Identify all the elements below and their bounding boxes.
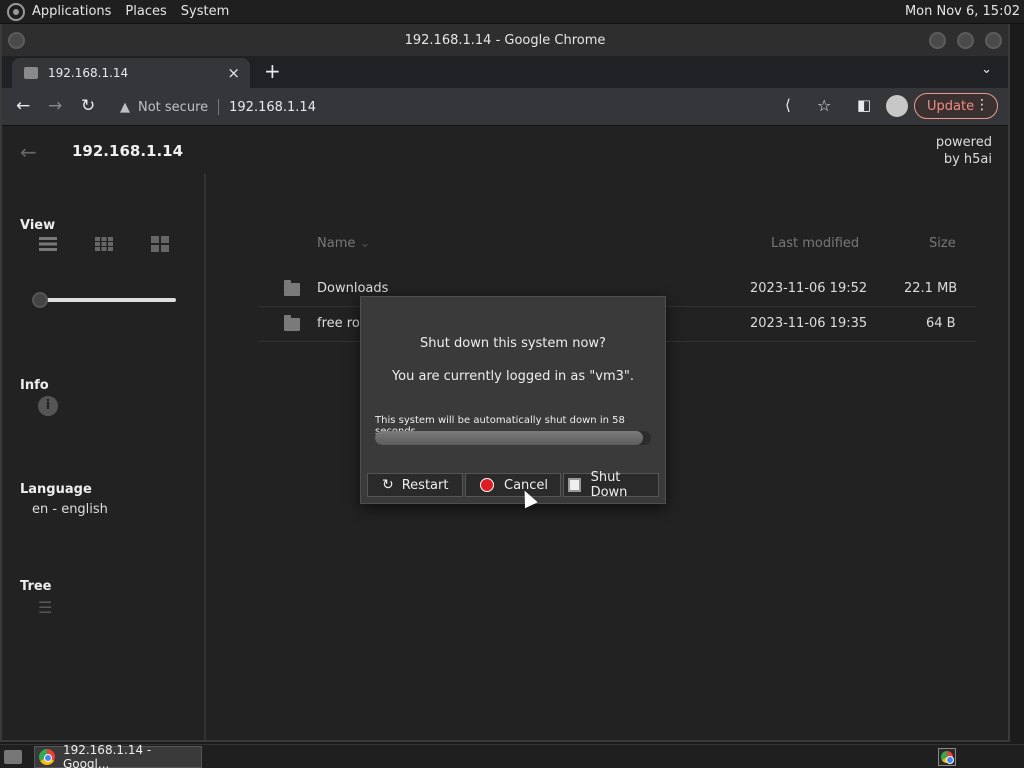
window-menu-button[interactable] <box>8 32 25 49</box>
maximize-button[interactable] <box>957 32 974 49</box>
info-icon[interactable]: i <box>38 396 58 416</box>
tab-active[interactable]: 192.168.1.14 × <box>12 58 250 88</box>
omnibox-divider <box>218 99 220 115</box>
info-heading: Info <box>20 378 49 393</box>
dialog-logged-in-text: You are currently logged in as "vm3". <box>391 369 635 384</box>
window-titlebar[interactable]: 192.168.1.14 - Google Chrome <box>2 24 1008 56</box>
countdown-progress-fill <box>375 431 643 445</box>
folder-icon <box>284 315 300 331</box>
kebab-menu-icon[interactable]: ⋮ <box>975 97 989 113</box>
taskbar-window-button[interactable]: 192.168.1.14 - Googl... <box>34 743 202 768</box>
forward-arrow-icon[interactable]: → <box>48 96 62 116</box>
breadcrumb[interactable]: 192.168.1.14 <box>72 142 183 160</box>
grid-view-icon[interactable] <box>95 236 113 252</box>
top-panel: Applications Places System Mon Nov 6, 15… <box>0 0 1024 24</box>
shut-down-button[interactable]: Shut Down <box>563 470 659 500</box>
shut-down-label: Shut Down <box>590 470 628 500</box>
bottom-taskbar: 192.168.1.14 - Googl... <box>0 743 1024 768</box>
sort-chevron-icon: ⌄ <box>359 236 371 251</box>
folder-icon <box>284 280 300 296</box>
tab-title: 192.168.1.14 <box>48 66 129 80</box>
minimize-button[interactable] <box>929 32 946 49</box>
menu-places[interactable]: Places <box>125 4 166 19</box>
security-status[interactable]: Not secure <box>138 100 208 115</box>
bookmark-star-icon[interactable]: ☆ <box>817 96 831 115</box>
file-name[interactable]: Downloads <box>317 281 388 296</box>
page-back-arrow-icon[interactable]: ← <box>20 140 37 164</box>
chrome-icon <box>39 749 55 765</box>
file-size: 22.1 MB <box>904 281 958 296</box>
tree-view-icon[interactable]: ☰ <box>38 598 52 617</box>
file-size: 64 B <box>926 316 956 331</box>
restart-label: Restart <box>401 477 449 493</box>
panel-clock[interactable]: Mon Nov 6, 15:02 <box>905 4 1020 19</box>
language-selector[interactable]: en - english <box>32 502 108 517</box>
shutdown-icon <box>568 478 581 492</box>
tab-strip: 192.168.1.14 × + ⌄ <box>2 56 1008 88</box>
file-modified: 2023-11-06 19:35 <box>750 316 868 331</box>
show-desktop-icon[interactable] <box>4 750 22 764</box>
side-panel-icon[interactable]: ◧ <box>857 96 871 114</box>
restart-icon: ↻ <box>382 477 394 493</box>
address-bar[interactable]: ▲ Not secure 192.168.1.14 <box>112 93 782 121</box>
new-tab-button[interactable]: + <box>264 59 281 83</box>
menu-applications[interactable]: Applications <box>32 4 111 19</box>
taskbar-window-title: 192.168.1.14 - Googl... <box>62 743 152 768</box>
cancel-button[interactable]: Cancel <box>465 473 561 497</box>
distro-logo-icon[interactable] <box>6 2 26 22</box>
share-icon[interactable]: ⟨ <box>785 96 791 114</box>
close-window-button[interactable] <box>985 32 1002 49</box>
zoom-slider-handle[interactable] <box>32 292 48 308</box>
tab-close-icon[interactable]: × <box>227 64 240 82</box>
column-name-label: Name <box>317 236 356 251</box>
restart-button[interactable]: ↻ Restart <box>367 473 463 497</box>
powered-line-1: powered <box>935 135 992 150</box>
update-label: Update <box>927 98 975 114</box>
tray-chrome-logo-icon <box>941 751 954 764</box>
tray-chrome-icon[interactable] <box>938 748 956 766</box>
sidebar: View Info i Language en - english Tree ☰ <box>2 174 206 740</box>
folder-favicon-icon <box>24 67 38 79</box>
reload-icon[interactable]: ↻ <box>81 96 95 116</box>
warning-triangle-icon[interactable]: ▲ <box>120 100 130 115</box>
tab-search-chevron-icon[interactable]: ⌄ <box>981 62 992 77</box>
icons-view-icon[interactable] <box>151 236 169 252</box>
profile-avatar-icon[interactable] <box>886 95 908 117</box>
shutdown-dialog: Shut down this system now? You are curre… <box>360 296 666 504</box>
menu-system[interactable]: System <box>181 4 229 19</box>
window-title: 192.168.1.14 - Google Chrome <box>404 32 606 48</box>
view-heading: View <box>20 218 56 233</box>
column-size-header[interactable]: Size <box>929 236 956 251</box>
countdown-progress-bar <box>375 431 651 445</box>
url-text[interactable]: 192.168.1.14 <box>229 100 316 115</box>
zoom-slider-track[interactable] <box>34 298 176 302</box>
powered-line-2: by h5ai <box>943 152 992 167</box>
back-arrow-icon[interactable]: ← <box>16 96 30 116</box>
file-modified: 2023-11-06 19:52 <box>750 281 868 296</box>
tree-heading: Tree <box>20 579 52 594</box>
details-view-icon[interactable] <box>39 236 57 252</box>
update-button[interactable]: Update ⋮ <box>914 93 998 119</box>
column-modified-header[interactable]: Last modified <box>771 236 859 251</box>
browser-toolbar: ← → ↻ ▲ Not secure 192.168.1.14 ⟨ ☆ ◧ Up… <box>2 88 1008 126</box>
language-heading: Language <box>20 482 92 497</box>
dialog-question: Shut down this system now? <box>420 336 606 351</box>
powered-by[interactable]: powered by h5ai <box>936 134 992 168</box>
cancel-stop-icon <box>480 478 494 492</box>
column-name-header[interactable]: Name ⌄ <box>317 236 370 251</box>
